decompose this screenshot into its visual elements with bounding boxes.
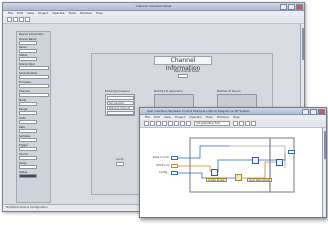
units-field[interactable] [19,120,37,124]
create-packet-subvi-icon[interactable] [211,169,218,176]
pause-icon[interactable] [25,17,30,22]
embedded-channel-list[interactable]: Not selected Matched Channel [105,94,135,116]
matched-app-label: Matched To Application [154,90,183,93]
data-in-terminal[interactable] [171,156,178,160]
embedded-channel-label: Embedded Channel [105,90,130,93]
trigger-field[interactable] [19,147,37,151]
block-diagram-window[interactable]: User Interface Hardware Control Example.… [139,107,327,218]
step-out-icon[interactable] [186,121,191,126]
error-handler-subvi-icon[interactable] [276,159,283,166]
step-over-icon[interactable] [180,121,185,126]
wire-orange [242,161,276,179]
serial-field[interactable] [19,49,37,53]
channel-field[interactable] [19,93,49,97]
abort-icon[interactable] [19,17,24,22]
maximize-button[interactable] [288,4,295,10]
wire-blue [217,159,252,172]
input-label: Data In (ref) [153,156,169,159]
front-panel-toolbar [3,16,304,24]
input-label: Config [159,171,168,174]
font-dropdown[interactable]: 7pt Application Font [194,121,230,126]
run-continuous-icon[interactable] [13,17,18,22]
step-into-icon[interactable] [174,121,179,126]
run-arrow-icon[interactable] [7,17,12,22]
source-field[interactable] [19,156,37,160]
bundle-node-icon[interactable] [235,174,242,181]
run-continuous-icon[interactable] [150,121,155,126]
list-item[interactable]: Matched Channel [107,106,134,110]
count-field[interactable] [116,162,124,166]
dhcp-terminal[interactable] [171,164,178,168]
samples-field[interactable] [19,138,37,142]
channel-info-title: Channel Information [154,56,212,72]
delay-field[interactable] [19,165,37,169]
status-field[interactable] [19,57,37,61]
align-icon[interactable] [233,121,238,126]
block-diagram-title: User Interface Hardware Control Example.… [147,109,250,113]
list-item[interactable] [107,96,134,100]
distribute-icon[interactable] [239,121,244,126]
highlight-execution-icon[interactable] [168,121,173,126]
front-panel-titlebar[interactable]: Channel Interface Panel [3,3,304,11]
reorder-icon[interactable] [251,121,256,126]
pause-icon[interactable] [162,121,167,126]
device-info-header: Device Information [19,33,44,36]
matched-device-label: Matched To Device [217,90,241,93]
diagram-vertical-scrollbar[interactable] [322,128,326,217]
run-arrow-icon[interactable] [144,121,149,126]
device-info-panel: Device Information Device Name Serial St… [16,31,51,203]
channel-count-label: Data Channel Count [174,70,200,73]
scrollbar-thumb[interactable] [323,131,326,159]
wire-orange [178,165,211,172]
device-type-field[interactable] [19,66,49,70]
block-diagram-titlebar[interactable]: User Interface Hardware Control Example.… [140,108,326,115]
abort-icon[interactable] [156,121,161,126]
rate-field[interactable] [19,129,37,133]
window-controls [280,4,303,10]
block-diagram-canvas[interactable]: Data In (ref) DHCP (on) Config Create Pa… [140,128,326,217]
block-diagram-toolbar: 7pt Application Font [140,120,326,128]
list-item[interactable]: Not selected [107,101,134,105]
status-indicator [19,174,37,178]
list-item[interactable] [107,111,134,115]
serial-number-field[interactable] [19,75,49,79]
scrollbar-thumb[interactable] [301,28,304,60]
minimize-button[interactable] [280,4,287,10]
front-panel-title: Channel Interface Panel [135,4,172,8]
wires-layer [178,137,295,193]
input-label: DHCP (on) [156,164,170,167]
status-text: NI-DAQmx Device Configuration [6,206,48,209]
mode-field[interactable] [19,102,37,106]
create-packet-caption: Create Packet [206,178,227,182]
resize-icon[interactable] [245,121,250,126]
send-packet-subvi-icon[interactable] [252,157,259,164]
close-button[interactable] [296,4,303,10]
count-label: Count [116,158,124,161]
stop-terminal[interactable] [288,150,295,154]
config-terminal[interactable] [171,171,178,175]
device-name-field[interactable] [19,41,37,45]
wire-blue [178,145,230,159]
firmware-field[interactable] [19,84,49,88]
channel-count-field[interactable] [178,74,188,78]
send-packet-caption: Send Data Packet [247,178,273,182]
range-field[interactable] [19,111,37,115]
